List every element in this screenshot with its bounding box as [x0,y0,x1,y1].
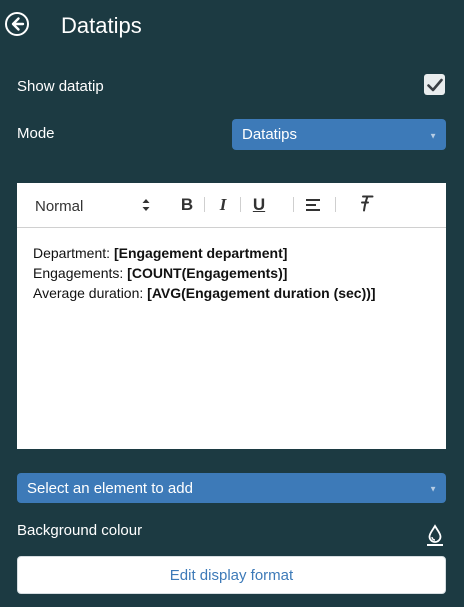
toolbar-divider [240,197,241,212]
updown-icon[interactable] [141,196,151,214]
editor-toolbar: Normal B I U [17,183,446,228]
italic-button[interactable]: I [213,194,233,216]
field-token: [COUNT(Engagements)] [127,265,288,281]
mode-select-value: Datatips [242,126,298,143]
checkmark-icon [426,78,443,91]
background-colour-label: Background colour [17,522,143,539]
edit-display-format-label: Edit display format [169,566,294,584]
underline-icon: U [252,195,266,214]
field-label: Engagements: [33,265,128,281]
field-label: Department: [33,245,114,261]
rich-text-editor: Normal B I U Department: [Engagement dep… [17,183,446,449]
italic-icon: I [219,195,227,214]
toolbar-divider [335,197,336,212]
toolbar-divider [293,197,294,212]
back-icon[interactable] [5,12,29,36]
text-style-select[interactable]: Normal [35,198,83,215]
show-datatip-label: Show datatip [17,78,104,95]
align-left-icon [306,199,320,211]
add-element-select[interactable]: Select an element to add ▼ [17,473,446,503]
underline-button[interactable]: U [249,194,269,216]
chevron-down-icon: ▼ [429,484,437,494]
bold-icon: B [180,195,194,214]
bold-button[interactable]: B [177,194,197,216]
mode-select[interactable]: Datatips ▼ [232,119,446,150]
header: Datatips [0,0,464,52]
content-line: Department: [Engagement department] [33,243,376,263]
add-element-placeholder: Select an element to add [27,479,193,497]
clear-format-icon [361,195,374,212]
mode-label: Mode [17,125,55,142]
field-token: [AVG(Engagement duration (sec))] [147,285,376,301]
content-line: Engagements: [COUNT(Engagements)] [33,263,376,283]
field-label: Average duration: [33,285,148,301]
field-token: [Engagement department] [113,245,288,261]
editor-content[interactable]: Department: [Engagement department] Enga… [33,243,376,303]
align-button[interactable] [304,194,324,216]
color-drop-icon[interactable] [425,523,445,547]
content-line: Average duration: [AVG(Engagement durati… [33,283,376,303]
toolbar-divider [204,197,205,212]
chevron-down-icon: ▼ [429,130,437,140]
edit-display-format-button[interactable]: Edit display format [17,556,446,594]
show-datatip-checkbox[interactable] [424,74,445,95]
page-title: Datatips [61,13,142,38]
clear-format-button[interactable] [357,192,377,214]
